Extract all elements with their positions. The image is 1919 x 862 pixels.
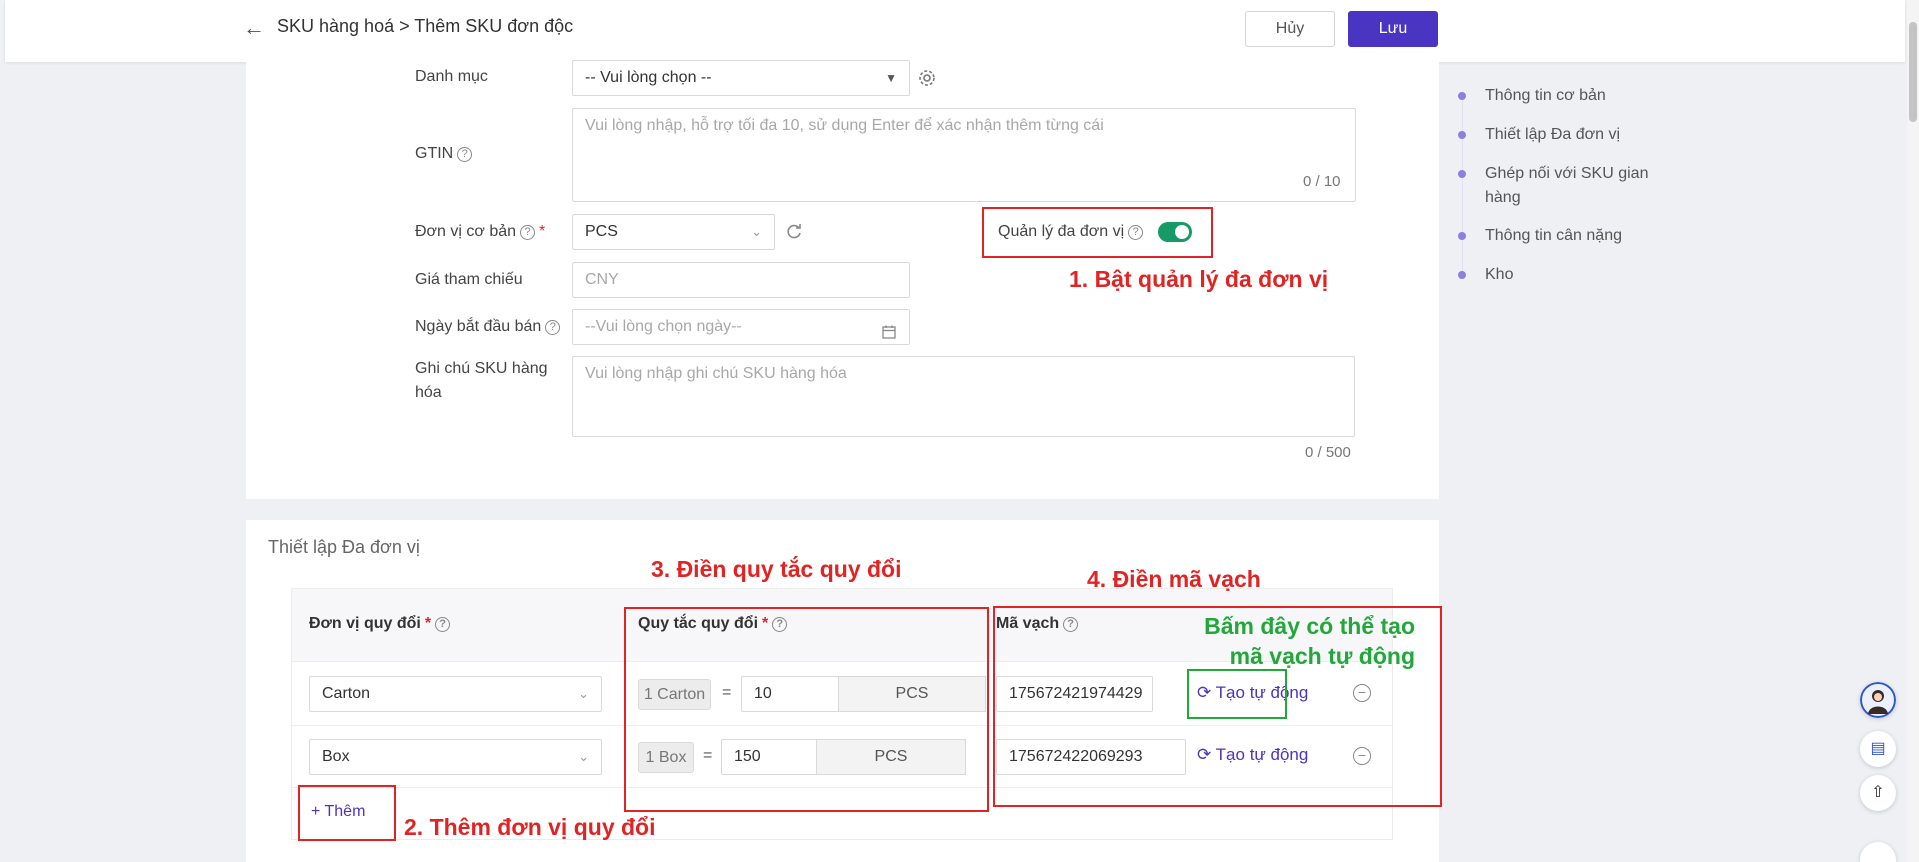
back-arrow-icon[interactable]: ← bbox=[243, 16, 267, 40]
side-nav-shop-sku[interactable]: Ghép nối với SKU gian hàng bbox=[1485, 162, 1648, 210]
side-nav-multi-unit[interactable]: Thiết lập Đa đơn vị bbox=[1485, 123, 1620, 147]
side-nav-warehouse[interactable]: Kho bbox=[1485, 263, 1513, 287]
start-date-placeholder: --Vui lòng chọn ngày-- bbox=[585, 318, 742, 335]
side-nav-basic-info[interactable]: Thông tin cơ bản bbox=[1485, 84, 1606, 108]
side-nav-line bbox=[1462, 93, 1463, 276]
annotation-box-step3 bbox=[624, 607, 989, 812]
support-avatar-icon[interactable] bbox=[1860, 682, 1896, 718]
chat-icon[interactable] bbox=[1860, 842, 1896, 862]
annotation-step3: 3. Điền quy tắc quy đổi bbox=[651, 556, 902, 582]
feedback-icon[interactable]: ▤ bbox=[1860, 731, 1896, 767]
category-select-value: -- Vui lòng chọn -- bbox=[585, 69, 712, 86]
start-date-label: Ngày bắt đầu bán? bbox=[415, 318, 561, 336]
help-icon[interactable]: ? bbox=[435, 617, 451, 632]
scrollbar-thumb[interactable] bbox=[1909, 22, 1917, 122]
ref-price-label: Giá tham chiếu bbox=[415, 271, 523, 288]
annotation-hint-line2: mã vạch tự động bbox=[1229, 643, 1415, 669]
calendar-icon bbox=[881, 319, 897, 339]
gtin-textarea[interactable]: Vui lòng nhập, hỗ trợ tối đa 10, sử dụng… bbox=[572, 108, 1356, 202]
side-nav-dot bbox=[1458, 131, 1466, 139]
annotation-hint: Bấm đây có thể tạo mã vạch tự động bbox=[1180, 611, 1415, 671]
side-nav-weight[interactable]: Thông tin cân nặng bbox=[1485, 224, 1622, 248]
help-icon[interactable]: ? bbox=[545, 320, 561, 335]
ref-price-placeholder: CNY bbox=[585, 271, 619, 288]
note-textarea[interactable]: Vui lòng nhập ghi chú SKU hàng hóa bbox=[572, 356, 1355, 437]
refresh-icon[interactable] bbox=[784, 222, 804, 242]
breadcrumb: SKU hàng hoá > Thêm SKU đơn độc bbox=[277, 16, 574, 36]
start-date-label-text: Ngày bắt đầu bán bbox=[415, 318, 542, 335]
chevron-down-icon: ⌄ bbox=[578, 749, 589, 764]
annotation-box-hint bbox=[1187, 669, 1287, 719]
required-mark: * bbox=[539, 223, 546, 240]
annotation-box-step2 bbox=[298, 785, 396, 841]
side-nav-dot bbox=[1458, 170, 1466, 178]
category-label: Danh mục bbox=[415, 68, 488, 85]
required-mark: * bbox=[424, 615, 432, 632]
unit-select-value: Carton bbox=[322, 685, 371, 702]
unit-select-value: Box bbox=[322, 748, 350, 765]
help-icon[interactable]: ? bbox=[520, 225, 536, 240]
side-nav-dot bbox=[1458, 232, 1466, 240]
unit-select[interactable]: Box ⌄ bbox=[309, 739, 602, 775]
chevron-down-icon: ⌄ bbox=[751, 224, 762, 239]
base-unit-label-text: Đơn vị cơ bản bbox=[415, 223, 517, 240]
caret-down-icon: ▼ bbox=[885, 71, 897, 85]
back-to-top-icon[interactable]: ⇧ bbox=[1860, 775, 1896, 811]
base-unit-select[interactable]: PCS ⌄ bbox=[572, 214, 775, 250]
annotation-hint-line1: Bấm đây có thể tạo bbox=[1204, 613, 1415, 639]
note-counter: 0 / 500 bbox=[1305, 444, 1351, 461]
annotation-step2: 2. Thêm đơn vị quy đổi bbox=[404, 814, 656, 840]
note-label: Ghi chú SKU hàng hóa bbox=[415, 357, 548, 405]
note-label-line2: hóa bbox=[415, 384, 442, 401]
side-nav-dot bbox=[1458, 271, 1466, 279]
start-date-picker[interactable]: --Vui lòng chọn ngày-- bbox=[572, 309, 910, 345]
annotation-step1: 1. Bật quản lý đa đơn vị bbox=[1069, 266, 1329, 292]
ref-price-input[interactable]: CNY bbox=[572, 262, 910, 298]
gear-icon[interactable] bbox=[917, 68, 937, 88]
annotation-step4: 4. Điền mã vạch bbox=[1087, 566, 1261, 592]
save-button[interactable]: Lưu bbox=[1348, 11, 1438, 47]
base-unit-value: PCS bbox=[585, 223, 618, 240]
col-header-unit: Đơn vị quy đổi *? bbox=[309, 615, 451, 633]
help-icon[interactable]: ? bbox=[457, 147, 473, 162]
note-label-line1: Ghi chú SKU hàng bbox=[415, 360, 548, 377]
note-placeholder: Vui lòng nhập ghi chú SKU hàng hóa bbox=[585, 365, 847, 382]
multi-unit-section-title: Thiết lập Đa đơn vị bbox=[268, 537, 420, 557]
side-nav-shop-sku-line2: hàng bbox=[1485, 189, 1521, 206]
gtin-counter: 0 / 10 bbox=[1303, 173, 1341, 190]
gtin-placeholder: Vui lòng nhập, hỗ trợ tối đa 10, sử dụng… bbox=[585, 117, 1104, 134]
side-nav-dot bbox=[1458, 92, 1466, 100]
multi-unit-toggle[interactable] bbox=[1158, 222, 1192, 242]
multi-unit-label: Quản lý đa đơn vị? bbox=[998, 223, 1144, 241]
base-unit-label: Đơn vị cơ bản? * bbox=[415, 223, 545, 241]
gtin-label-text: GTIN bbox=[415, 145, 454, 162]
multi-unit-label-text: Quản lý đa đơn vị bbox=[998, 223, 1125, 240]
cancel-button[interactable]: Hủy bbox=[1245, 11, 1335, 47]
gtin-label: GTIN? bbox=[415, 145, 473, 163]
category-select[interactable]: -- Vui lòng chọn -- ▼ bbox=[572, 60, 910, 96]
col-header-unit-text: Đơn vị quy đổi bbox=[309, 615, 421, 632]
scrollbar-track[interactable] bbox=[1907, 0, 1919, 862]
help-icon[interactable]: ? bbox=[1128, 225, 1144, 240]
chevron-down-icon: ⌄ bbox=[578, 686, 589, 701]
side-nav-shop-sku-line1: Ghép nối với SKU gian bbox=[1485, 165, 1649, 182]
unit-select[interactable]: Carton ⌄ bbox=[309, 676, 602, 712]
